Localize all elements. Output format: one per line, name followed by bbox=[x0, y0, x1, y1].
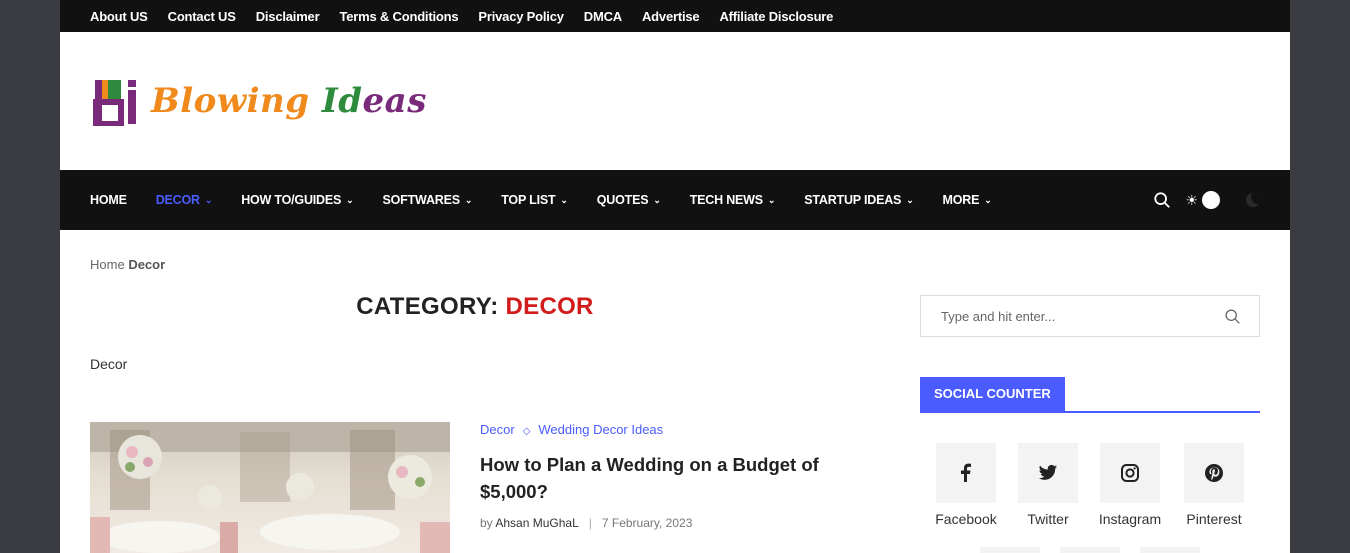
sidebar-search bbox=[920, 295, 1260, 337]
diamond-separator-icon: ◇ bbox=[522, 426, 531, 437]
nav-item-label: TOP LIST bbox=[501, 193, 556, 207]
main-nav: HOME DECOR ⌄ HOW TO/GUIDES ⌄ SOFTWARES ⌄ TO… bbox=[60, 170, 1290, 230]
breadcrumb-current: Decor bbox=[128, 257, 166, 272]
nav-item-startup-ideas[interactable]: STARTUP IDEAS ⌄ bbox=[804, 193, 914, 207]
post-categories: Decor ◇ Wedding Decor Ideas bbox=[480, 422, 663, 437]
chevron-down-icon: ⌄ bbox=[984, 194, 992, 205]
topbar-link-about[interactable]: About US bbox=[90, 9, 148, 24]
search-input[interactable] bbox=[941, 308, 1211, 324]
nav-item-decor[interactable]: DECOR ⌄ bbox=[156, 193, 213, 207]
breadcrumb-home[interactable]: Home bbox=[90, 257, 125, 272]
post-date: 7 February, 2023 bbox=[601, 516, 693, 530]
instagram-icon bbox=[1100, 443, 1160, 503]
post-author[interactable]: Ahsan MuGhaL bbox=[495, 516, 578, 530]
social-tile-partial[interactable] bbox=[1140, 547, 1200, 553]
nav-item-softwares[interactable]: SOFTWARES ⌄ bbox=[383, 193, 473, 207]
category-name: DECOR bbox=[505, 293, 594, 320]
theme-toggle[interactable]: ☀ bbox=[1185, 191, 1220, 209]
post-category-link[interactable]: Decor bbox=[480, 422, 515, 437]
nav-item-label: DECOR bbox=[155, 193, 200, 207]
logo-icon[interactable] bbox=[92, 76, 145, 127]
nav-item-home[interactable]: HOME bbox=[90, 193, 127, 207]
twitter-icon bbox=[1018, 443, 1078, 503]
topbar-link-affiliate[interactable]: Affiliate Disclosure bbox=[719, 9, 833, 24]
top-bar: About US Contact US Disclaimer Terms & C… bbox=[60, 0, 1290, 32]
topbar-link-disclaimer[interactable]: Disclaimer bbox=[256, 9, 320, 24]
topbar-link-contact[interactable]: Contact US bbox=[168, 9, 236, 24]
sun-icon: ☀ bbox=[1185, 191, 1198, 208]
byline-prefix: by bbox=[480, 516, 493, 530]
chevron-down-icon: ⌄ bbox=[560, 194, 568, 205]
chevron-down-icon: ⌄ bbox=[653, 194, 661, 205]
social-tile-partial[interactable] bbox=[980, 547, 1040, 553]
nav-item-how-to[interactable]: HOW TO/GUIDES ⌄ bbox=[241, 193, 354, 207]
page-background-left bbox=[0, 0, 60, 553]
page-background-right bbox=[1290, 0, 1350, 553]
topbar-link-terms[interactable]: Terms & Conditions bbox=[339, 9, 458, 24]
nav-item-more[interactable]: MORE ⌄ bbox=[943, 193, 992, 207]
chevron-down-icon: ⌄ bbox=[767, 194, 776, 205]
breadcrumb: Home Decor bbox=[90, 257, 165, 272]
chevron-down-icon: ⌄ bbox=[464, 194, 473, 205]
nav-item-label: MORE bbox=[942, 193, 980, 207]
chevron-down-icon: ⌄ bbox=[346, 194, 354, 205]
post-title[interactable]: How to Plan a Wedding on a Budget of $5,… bbox=[480, 451, 860, 505]
nav-item-tech-news[interactable]: TECH NEWS ⌄ bbox=[690, 193, 776, 207]
post-category-link[interactable]: Wedding Decor Ideas bbox=[538, 422, 663, 437]
chevron-down-icon: ⌄ bbox=[906, 194, 914, 205]
pinterest-icon bbox=[1184, 443, 1244, 503]
social-instagram[interactable]: Instagram bbox=[1090, 443, 1170, 527]
logo-text-part-2: Id bbox=[321, 81, 363, 121]
topbar-link-dmca[interactable]: DMCA bbox=[584, 9, 622, 24]
page-wrapper: About US Contact US Disclaimer Terms & C… bbox=[60, 0, 1290, 553]
nav-item-label: HOME bbox=[90, 193, 127, 207]
social-twitter[interactable]: Twitter bbox=[1008, 443, 1088, 527]
logo-text-part-1: Blowing bbox=[151, 81, 322, 121]
category-description: Decor bbox=[90, 356, 128, 372]
logo-text-part-3: eas bbox=[362, 81, 427, 121]
social-counter-title: SOCIAL COUNTER bbox=[920, 377, 1065, 411]
nav-tools: ☀ bbox=[1153, 170, 1260, 230]
category-prefix: CATEGORY: bbox=[356, 293, 499, 320]
toggle-knob bbox=[1202, 191, 1220, 209]
nav-item-label: HOW TO/GUIDES bbox=[241, 193, 342, 207]
social-pinterest[interactable]: Pinterest bbox=[1174, 443, 1254, 527]
topbar-link-privacy[interactable]: Privacy Policy bbox=[478, 9, 564, 24]
post-byline: by Ahsan MuGhaL | 7 February, 2023 bbox=[480, 516, 692, 530]
social-label: Twitter bbox=[1027, 511, 1069, 527]
moon-icon[interactable] bbox=[1246, 193, 1260, 207]
social-label: Facebook bbox=[935, 511, 997, 527]
nav-item-top-list[interactable]: TOP LIST ⌄ bbox=[501, 193, 568, 207]
search-icon[interactable] bbox=[1224, 308, 1241, 325]
social-counter-header: SOCIAL COUNTER bbox=[920, 377, 1260, 413]
post-thumbnail[interactable] bbox=[90, 422, 450, 553]
nav-item-label: SOFTWARES bbox=[382, 193, 461, 207]
site-logo-text[interactable]: Blowing Ideas bbox=[151, 81, 427, 121]
logo-area: Blowing Ideas bbox=[60, 32, 1290, 170]
nav-item-label: TECH NEWS bbox=[689, 193, 763, 207]
nav-item-label: QUOTES bbox=[596, 193, 649, 207]
chevron-down-icon: ⌄ bbox=[204, 194, 213, 205]
page-title: CATEGORY: DECOR bbox=[90, 293, 860, 321]
facebook-icon bbox=[936, 443, 996, 503]
social-label: Pinterest bbox=[1186, 511, 1242, 527]
byline-separator: | bbox=[588, 516, 592, 530]
nav-item-label: STARTUP IDEAS bbox=[804, 193, 902, 207]
social-facebook[interactable]: Facebook bbox=[926, 443, 1006, 527]
social-label: Instagram bbox=[1098, 511, 1162, 527]
social-tile-partial[interactable] bbox=[1060, 547, 1120, 553]
topbar-link-advertise[interactable]: Advertise bbox=[642, 9, 700, 24]
search-icon[interactable] bbox=[1153, 191, 1171, 209]
nav-item-quotes[interactable]: QUOTES ⌄ bbox=[597, 193, 661, 207]
